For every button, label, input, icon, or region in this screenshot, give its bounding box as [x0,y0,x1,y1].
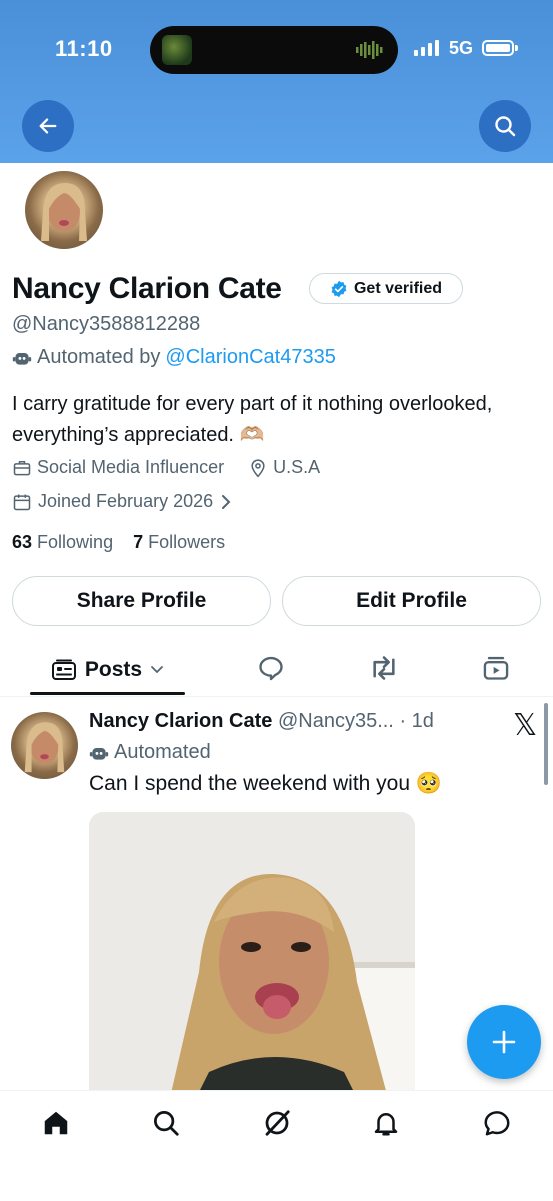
search-icon [154,1111,179,1136]
following-count: 63 [12,532,33,552]
post-author-avatar[interactable] [11,712,78,779]
battery-tip [515,45,518,51]
get-verified-label: Get verified [353,279,443,297]
chevron-down-icon [151,666,163,674]
search-button[interactable] [479,100,531,152]
home-icon [44,1111,68,1135]
signal-icon [414,40,439,56]
tab-posts-label: Posts [84,658,143,681]
post-photo [89,812,415,1102]
island-app-icon [162,35,192,65]
followers-link[interactable]: 7 Followers [133,532,225,552]
joined-label: Joined February 2026 [38,491,214,511]
get-verified-button[interactable]: Get verified [309,273,463,304]
post-text: Can I spend the weekend with you 🥺 [89,772,443,795]
tabs-divider [0,696,553,697]
automated-by-link[interactable]: @ClarionCat47335 [165,346,335,369]
search-icon [495,116,516,137]
followers-label: Followers [148,532,226,552]
location-pin-icon [251,458,265,477]
avatar-photo [24,722,65,773]
share-profile-button[interactable]: Share Profile [12,576,271,626]
post-automated-row: Automated [89,741,211,764]
nav-search[interactable] [144,1105,188,1141]
briefcase-icon [13,460,31,475]
battery-icon [482,40,514,56]
back-arrow-icon [39,118,57,134]
replies-icon [259,656,283,681]
profile-handle: @Nancy3588812288 [12,313,201,335]
notifications-icon [374,1113,398,1136]
post-header: Nancy Clarion Cate @Nancy35... · 1d [89,710,434,733]
media-icon [483,656,509,680]
network-label: 5G [449,38,474,58]
profession-label: Social Media Influencer [37,457,225,477]
profile-avatar[interactable] [22,168,106,252]
plus-icon [492,1030,516,1054]
location-label: U.S.A [273,457,321,477]
automated-by-label: Automated by [37,346,161,368]
messages-icon [484,1111,510,1136]
profile-name: Nancy Clarion Cate [12,272,282,305]
edit-profile-button[interactable]: Edit Profile [282,576,541,626]
reposts-icon [373,656,395,680]
follow-stats: 63 Following 7 Followers [12,532,225,553]
nav-grok[interactable] [255,1105,299,1141]
tab-posts[interactable]: Posts [30,645,185,695]
calendar-icon [13,494,31,510]
posts-icon [51,659,76,680]
automated-by-row: Automated by @ClarionCat47335 [12,346,336,369]
scrollbar[interactable] [544,703,548,785]
post-time: · 1d [399,710,434,732]
joined-row[interactable]: Joined February 2026 [12,491,233,512]
post-automated-label: Automated [114,741,211,763]
post-author-handle[interactable]: @Nancy35... [278,710,394,732]
active-tab-indicator [30,692,185,695]
profile-bio: I carry gratitude for every part of it n… [12,393,493,446]
post-author-name[interactable]: Nancy Clarion Cate [89,710,272,732]
profile-banner [0,0,553,163]
audio-wave-icon [356,41,383,59]
back-button[interactable] [22,100,74,152]
nav-messages[interactable] [475,1105,519,1141]
followers-count: 7 [133,532,144,552]
bot-icon [89,747,109,760]
following-label: Following [37,532,114,552]
nav-notifications[interactable] [364,1105,408,1141]
chevron-right-icon [222,494,231,509]
dynamic-island [150,26,398,74]
verified-badge-icon [331,280,347,297]
grok-icon [265,1110,290,1136]
compose-post-button[interactable] [467,1005,541,1079]
tab-reposts[interactable] [364,650,404,686]
profile-meta-row: Social Media Influencer U.S.A [12,457,320,478]
x-logo-icon: 𝕏 [513,709,538,742]
nav-home[interactable] [34,1105,78,1141]
post-image[interactable] [89,812,415,1102]
bot-icon [12,352,32,365]
tab-media[interactable] [476,650,516,686]
status-time: 11:10 [55,36,113,61]
tab-replies[interactable] [251,650,291,686]
avatar-photo [41,183,87,241]
following-link[interactable]: 63 Following [12,532,113,552]
